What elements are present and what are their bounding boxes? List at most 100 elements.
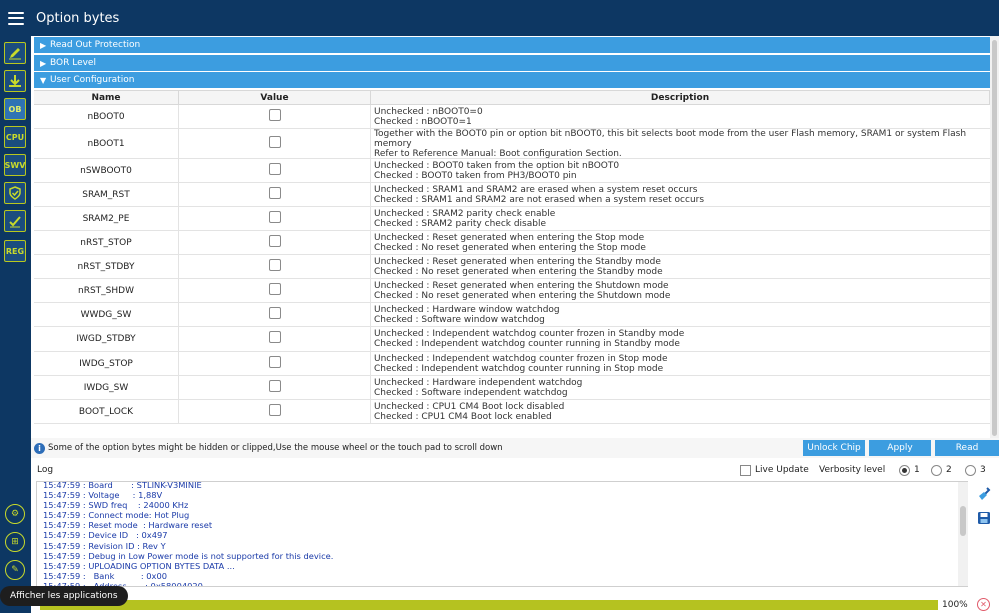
table-row: IWDG_SW Unchecked : Hardware independent … (34, 376, 990, 400)
log-line: 15:47:59 : Bank : 0x00 (43, 570, 167, 581)
option-checkbox[interactable] (268, 135, 281, 148)
reg-icon[interactable]: REG (4, 240, 26, 262)
option-checkbox[interactable] (268, 403, 281, 416)
chevron-right-icon: ▶ (40, 40, 47, 50)
live-update-label: Live Update (755, 465, 809, 475)
description-line-1: Unchecked : Reset generated when enterin… (374, 280, 669, 291)
option-description: Unchecked : Reset generated when enterin… (371, 279, 990, 302)
log-line: 15:47:59 : SWD freq : 24000 KHz (43, 500, 189, 511)
log-output[interactable]: 15:47:59 : Board : STLINK-V3MINIE 15:47:5… (36, 481, 968, 587)
option-description: Unchecked : SRAM1 and SRAM2 are erased w… (371, 183, 990, 206)
description-line-1: Unchecked : Hardware window watchdog (374, 304, 560, 315)
section-label: BOR Level (50, 58, 96, 68)
table-row: nRST_STDBY Unchecked : Reset generated wh… (34, 255, 990, 279)
progress-percent: 100% (942, 600, 968, 610)
ecosystem-icon[interactable]: ⚙ (5, 504, 25, 524)
log-line: 15:47:59 : Reset mode : Hardware reset (43, 520, 213, 531)
user-config-table: Name Value Description nBOOT0 Unchecked :… (34, 90, 990, 424)
verbosity-radio-3[interactable]: 3 (965, 464, 986, 476)
option-checkbox[interactable] (268, 258, 281, 271)
option-description: Unchecked : BOOT0 taken from the option … (371, 159, 990, 182)
log-line: 15:47:59 : Voltage : 1,88V (43, 490, 163, 501)
option-name: IWDG_STOP (34, 352, 179, 375)
option-checkbox[interactable] (268, 108, 281, 121)
log-header: Log Live Update Verbosity level 1 2 3 (31, 460, 999, 480)
radio-label: 2 (946, 465, 952, 475)
swv-icon[interactable]: SWV (4, 154, 26, 176)
option-value-cell (179, 129, 371, 158)
log-scrollbar[interactable] (958, 482, 968, 586)
option-checkbox[interactable] (268, 355, 281, 368)
radio-button[interactable] (931, 464, 942, 476)
download-icon[interactable] (4, 70, 26, 92)
table-row: nBOOT1 Together with the BOOT0 pin or opt… (34, 129, 990, 159)
ob-label: OB (8, 104, 22, 114)
title-bar: Option bytes (0, 0, 999, 36)
swv-label: SWV (4, 160, 26, 170)
option-description: Unchecked : Reset generated when enterin… (371, 255, 990, 278)
description-line-2: Checked : SRAM1 and SRAM2 are not erased… (374, 194, 705, 205)
scrollbar-thumb[interactable] (992, 40, 997, 436)
option-checkbox[interactable] (268, 210, 281, 223)
option-checkbox[interactable] (268, 331, 281, 343)
option-checkbox[interactable] (268, 282, 281, 295)
section-read-out-protection[interactable]: ▶ Read Out Protection (34, 37, 990, 53)
hamburger-menu-icon[interactable] (8, 11, 24, 25)
read-button[interactable]: Read (935, 440, 999, 456)
shield-icon[interactable] (4, 182, 26, 204)
option-value-cell (179, 352, 371, 375)
cancel-icon[interactable]: ✕ (977, 598, 990, 611)
plugin-icon[interactable]: ⊞ (5, 532, 25, 552)
option-name: nRST_SHDW (34, 279, 179, 302)
header-value: Value (179, 91, 371, 104)
option-description: Together with the BOOT0 pin or option bi… (371, 129, 990, 159)
log-line: 15:47:59 : Device ID : 0x497 (43, 530, 168, 541)
option-name: WWDG_SW (34, 303, 179, 326)
option-value-cell (179, 105, 371, 128)
save-icon[interactable] (975, 509, 993, 527)
option-checkbox[interactable] (268, 186, 281, 199)
option-checkbox[interactable] (268, 234, 281, 247)
scrollbar-thumb[interactable] (960, 506, 966, 536)
log-title: Log (37, 465, 54, 475)
description-line-2: Checked : CPU1 CM4 Boot lock enabled (374, 411, 552, 422)
option-description: Unchecked : SRAM2 parity check enable Che… (371, 207, 990, 230)
verbosity-radio-2[interactable]: 2 (931, 464, 952, 476)
option-checkbox[interactable] (268, 162, 281, 175)
radio-button[interactable] (965, 464, 976, 476)
option-checkbox[interactable] (268, 379, 281, 392)
chevron-down-icon: ▼ (40, 75, 47, 85)
reg-label: REG (5, 246, 25, 256)
section-bor-level[interactable]: ▶ BOR Level (34, 55, 990, 71)
radio-button[interactable] (899, 464, 910, 476)
verbosity-radio-1[interactable]: 1 (899, 464, 920, 476)
ob-icon[interactable]: OB (4, 98, 26, 120)
option-value-cell (179, 327, 371, 351)
checklist-icon[interactable] (4, 210, 26, 232)
live-update-checkbox[interactable] (740, 464, 751, 476)
apply-button[interactable]: Apply (869, 440, 931, 456)
progress-bar (40, 600, 938, 610)
table-row: IWDG_STOP Unchecked : Independent watchdo… (34, 352, 990, 376)
option-name: nBOOT0 (34, 105, 179, 128)
option-name: IWGD_STDBY (34, 327, 179, 351)
live-update-toggle[interactable]: Live Update (740, 464, 809, 476)
table-row: SRAM2_PE Unchecked : SRAM2 parity check e… (34, 207, 990, 231)
broom-icon[interactable] (975, 485, 993, 503)
option-description: Unchecked : Reset generated when enterin… (371, 231, 990, 254)
help-icon[interactable]: ✎ (5, 560, 25, 580)
pencil-icon[interactable] (4, 42, 26, 64)
cpu-icon[interactable]: CPU (4, 126, 26, 148)
option-checkbox[interactable] (268, 306, 281, 319)
header-description: Description (371, 91, 990, 104)
option-name: IWDG_SW (34, 376, 179, 399)
main-scrollbar[interactable] (990, 36, 999, 440)
description-line-2: Checked : No reset generated when enteri… (374, 290, 671, 301)
log-line: 15:47:59 : UPLOADING OPTION BYTES DATA .… (43, 560, 235, 571)
unlock-chip-button[interactable]: Unlock Chip (803, 440, 865, 456)
section-user-configuration[interactable]: ▼ User Configuration (34, 72, 990, 88)
option-description: Unchecked : Hardware window watchdog Chec… (371, 303, 990, 326)
description-line-1: Unchecked : SRAM2 parity check enable (374, 208, 556, 219)
description-line-2: Checked : BOOT0 taken from PH3/BOOT0 pin (374, 170, 577, 181)
chevron-right-icon: ▶ (40, 58, 47, 68)
